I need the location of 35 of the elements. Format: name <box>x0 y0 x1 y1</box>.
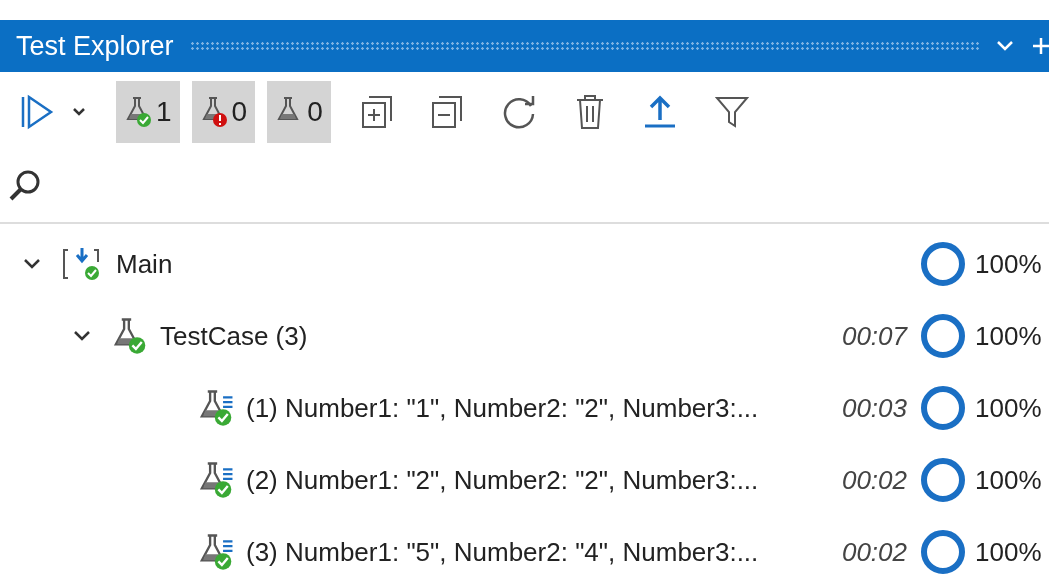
tree-item-label[interactable]: Main <box>116 248 797 280</box>
coverage-ring-icon <box>919 312 967 360</box>
duration-text: 00:02 <box>840 536 907 568</box>
filter-icon[interactable] <box>714 94 749 130</box>
upload-icon[interactable] <box>642 94 677 130</box>
duration-text: 00:07 <box>840 320 907 352</box>
coverage-ring-icon <box>919 456 967 504</box>
tree-item-label[interactable]: (2) Number1: "2", Number2: "2", Number3:... <box>246 464 797 496</box>
coverage-text: 100% <box>975 320 1043 352</box>
tree-item-label[interactable]: TestCase (3) <box>160 320 797 352</box>
expand-all-icon[interactable] <box>360 95 393 129</box>
dropdown-icon[interactable] <box>995 39 1015 53</box>
coverage-ring-icon <box>919 240 967 288</box>
caret-icon[interactable] <box>72 107 86 117</box>
tree-item-label[interactable]: (3) Number1: "5", Number2: "4", Number3:... <box>246 536 797 568</box>
search-icon[interactable] <box>8 169 42 203</box>
coverage-ring-icon <box>919 528 967 576</box>
filter-toggle-button[interactable]: 0 <box>267 81 331 143</box>
coverage-ring-icon <box>919 384 967 432</box>
coverage-text: 100% <box>975 392 1043 424</box>
window-title: Test Explorer <box>16 30 174 62</box>
coverage-text: 100% <box>975 536 1043 568</box>
coverage-text: 100% <box>975 464 1043 496</box>
duration-text: 00:03 <box>840 392 907 424</box>
trash-icon[interactable] <box>574 94 605 130</box>
tree-item-label[interactable]: (1) Number1: "1", Number2: "2", Number3:... <box>246 392 797 424</box>
flask-check-icon <box>124 95 154 129</box>
collapse-all-icon[interactable] <box>430 95 463 129</box>
filter-toggle-button[interactable]: 0 <box>191 81 256 143</box>
chevron-icon[interactable] <box>23 258 41 270</box>
filter-toggle-button[interactable]: 1 <box>116 81 180 143</box>
drag-grip[interactable] <box>189 41 979 51</box>
duration-text: 00:02 <box>840 464 907 496</box>
chevron-icon[interactable] <box>73 330 91 342</box>
coverage-text: 100% <box>975 248 1043 280</box>
